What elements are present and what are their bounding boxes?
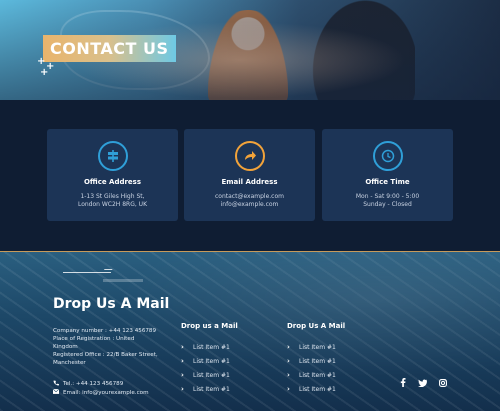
registration-place-cont: Kingdom	[53, 344, 78, 350]
list-item[interactable]: › List Item #1	[181, 382, 230, 396]
card-email-address: Email Address contact@example.com info@e…	[184, 129, 315, 221]
phone-icon	[53, 380, 59, 388]
hero-banner: CONTACT US + + +	[0, 0, 500, 100]
footer: Drop Us A Mail Company number : +44 123 …	[0, 251, 500, 411]
page-title: CONTACT US	[43, 35, 176, 62]
chevron-right-icon: ›	[181, 385, 184, 393]
card-line: 1-13 St Giles High St,	[80, 193, 145, 200]
list-item-label: List Item #1	[299, 371, 336, 379]
list-item-label: List Item #1	[193, 357, 230, 365]
list-item[interactable]: › List Item #1	[287, 368, 336, 382]
company-info: Company number : +44 123 456789 Place of…	[53, 327, 163, 367]
company-number: Company number : +44 123 456789	[53, 328, 157, 334]
card-line[interactable]: contact@example.com	[184, 193, 315, 200]
twitter-icon[interactable]	[418, 378, 427, 387]
decorative-divider	[103, 279, 143, 282]
list-item[interactable]: › List Item #1	[181, 354, 230, 368]
card-title: Office Time	[365, 178, 410, 186]
chevron-right-icon: ›	[181, 343, 184, 351]
list-item[interactable]: › List Item #1	[181, 368, 230, 382]
chevron-right-icon: ›	[287, 371, 290, 379]
footer-title: Drop Us A Mail	[53, 296, 170, 312]
link-list: › List Item #1 › List Item #1 › List Item #…	[181, 340, 230, 396]
chevron-right-icon: ›	[287, 385, 290, 393]
chevron-right-icon: ›	[181, 357, 184, 365]
chevron-right-icon: ›	[181, 371, 184, 379]
social-links	[398, 378, 447, 387]
registered-office-cont: Manchester	[53, 360, 86, 366]
registered-office: Registered Office : 22/B Baker Street,	[53, 352, 158, 358]
share-arrow-icon	[234, 141, 265, 171]
chevron-right-icon: ›	[287, 343, 290, 351]
list-item[interactable]: › List Item #1	[287, 354, 336, 368]
card-title: Office Address	[83, 178, 142, 186]
email-text: Email: info@yourexample.com	[63, 389, 149, 396]
card-line: Sunday - Closed	[363, 201, 412, 208]
list-item-label: List Item #1	[299, 385, 336, 393]
sparkle-icon: +	[37, 56, 46, 67]
sparkle-icon: +	[40, 67, 49, 78]
column-title: Drop Us A Mail	[287, 322, 346, 330]
clock-icon	[372, 141, 403, 171]
link-list: › List Item #1 › List Item #1 › List Item #…	[287, 340, 336, 396]
list-item-label: List Item #1	[193, 385, 230, 393]
list-item[interactable]: › List Item #1	[181, 340, 230, 354]
instagram-icon[interactable]	[438, 378, 447, 387]
card-office-address: Office Address 1-13 St Giles High St, Lo…	[47, 129, 178, 221]
list-item-label: List Item #1	[193, 343, 230, 351]
chevron-right-icon: ›	[287, 357, 290, 365]
signpost-icon	[97, 141, 128, 171]
footer-phone[interactable]: Tel.: +44 123 456789	[53, 380, 123, 388]
card-line[interactable]: info@example.com	[184, 201, 315, 208]
card-office-time: Office Time Mon - Sat 9:00 - 5:00 Sunday…	[322, 129, 453, 221]
list-item-label: List Item #1	[299, 357, 336, 365]
list-item-label: List Item #1	[299, 343, 336, 351]
phone-text: Tel.: +44 123 456789	[63, 381, 124, 387]
card-line: Mon - Sat 9:00 - 5:00	[355, 193, 420, 200]
contact-cards: Office Address 1-13 St Giles High St, Lo…	[47, 129, 453, 221]
card-title: Email Address	[221, 178, 278, 186]
list-item[interactable]: › List Item #1	[287, 382, 336, 396]
column-title: Drop us a Mail	[181, 322, 238, 330]
list-item-label: List Item #1	[193, 371, 230, 379]
card-line: London WC2H 8RG, UK	[77, 201, 148, 208]
registration-place: Place of Registration : United	[53, 336, 135, 342]
envelope-icon	[52, 388, 60, 396]
facebook-icon[interactable]	[398, 378, 407, 387]
footer-email[interactable]: Email: info@yourexample.com	[52, 388, 149, 396]
list-item[interactable]: › List Item #1	[287, 340, 336, 354]
